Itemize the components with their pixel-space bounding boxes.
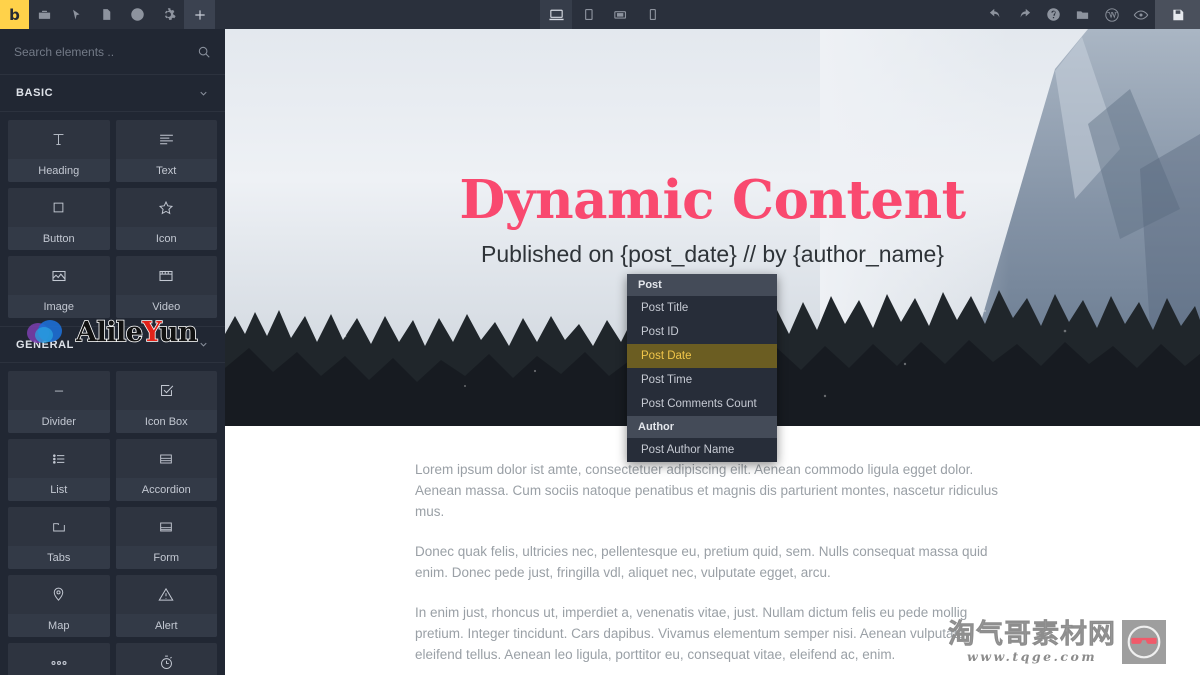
chevron-down-icon[interactable]: [198, 339, 209, 350]
cursor-icon[interactable]: [60, 0, 91, 29]
element-label: Divider: [8, 410, 110, 433]
image-icon: [8, 256, 110, 295]
tabs-icon: [8, 507, 110, 546]
square-icon: [8, 188, 110, 227]
plus-icon[interactable]: [184, 0, 215, 29]
dropdown-item-post-id[interactable]: Post ID: [627, 320, 777, 344]
element-tile-icon[interactable]: Icon: [115, 188, 218, 250]
dropdown-item-post-time[interactable]: Post Time: [627, 368, 777, 392]
toolbar-right-group: [981, 0, 1200, 29]
viewport-switcher: [540, 0, 668, 29]
element-tile-more[interactable]: More: [8, 643, 110, 675]
timer-icon: [116, 643, 218, 675]
search-row: [0, 29, 225, 75]
element-tile-accordion[interactable]: Accordion: [115, 439, 218, 501]
element-tile-tabs[interactable]: Tabs: [8, 507, 110, 569]
sidebar-category-basic[interactable]: BASIC: [0, 75, 225, 112]
dropdown-item-post-date[interactable]: Post Date: [627, 344, 777, 368]
heading-icon: [8, 120, 110, 159]
dropdown-group-post: Post: [627, 274, 777, 296]
undo-icon[interactable]: [981, 0, 1010, 29]
eye-icon[interactable]: [1126, 0, 1155, 29]
dynamic-content-dropdown[interactable]: Post Post Title Post ID Post Date Post T…: [627, 274, 777, 462]
element-tile-icon-box[interactable]: Icon Box: [115, 371, 218, 433]
dropdown-group-author: Author: [627, 416, 777, 438]
element-label: Icon: [115, 227, 217, 250]
sidebar-category-general[interactable]: GENERAL AlileYun: [0, 318, 225, 363]
element-label: Accordion: [115, 478, 217, 501]
element-tile-button[interactable]: Button: [8, 188, 110, 250]
element-label: Form: [115, 546, 217, 569]
form-icon: [116, 507, 218, 546]
redo-icon[interactable]: [1010, 0, 1039, 29]
chevron-down-icon[interactable]: [198, 88, 209, 99]
element-tile-text[interactable]: Text: [115, 120, 218, 182]
mobile-icon[interactable]: [636, 0, 668, 29]
page-icon[interactable]: [91, 0, 122, 29]
desktop-icon[interactable]: [540, 0, 572, 29]
element-tile-alert[interactable]: Alert: [115, 575, 218, 637]
app-logo-button[interactable]: b: [0, 0, 29, 29]
element-label: Image: [8, 295, 110, 318]
element-label: Icon Box: [115, 410, 217, 433]
element-tile-list[interactable]: List: [8, 439, 110, 501]
gear-icon[interactable]: [153, 0, 184, 29]
element-tile-map[interactable]: Map: [8, 575, 110, 637]
ellipsis-icon: [8, 643, 110, 675]
element-label: Map: [8, 614, 110, 637]
body-paragraph[interactable]: Donec quak felis, ultricies nec, pellent…: [415, 541, 1010, 583]
bakery-builder-app: b Search elements .. BASIC Heading Text …: [0, 0, 1200, 675]
search-input[interactable]: [14, 44, 197, 59]
checkbox-icon: [116, 371, 218, 410]
history-clock-icon[interactable]: [122, 0, 153, 29]
dropdown-item-post-title[interactable]: Post Title: [627, 296, 777, 320]
divider-icon: [8, 371, 110, 410]
video-icon: [116, 256, 218, 295]
dropdown-item-post-author-name[interactable]: Post Author Name: [627, 438, 777, 462]
element-label: Video: [115, 295, 217, 318]
element-label: Alert: [115, 614, 217, 637]
accordion-icon: [116, 439, 218, 478]
category-label: BASIC: [16, 87, 54, 99]
body-paragraph[interactable]: Lorem ipsum dolor ist amte, consectetuer…: [415, 459, 1010, 522]
element-label: Heading: [8, 159, 110, 182]
map-pin-icon: [8, 575, 110, 614]
help-icon[interactable]: [1039, 0, 1068, 29]
save-icon[interactable]: [1155, 0, 1200, 29]
alert-triangle-icon: [116, 575, 218, 614]
element-label: Tabs: [8, 546, 110, 569]
search-icon[interactable]: [197, 45, 211, 59]
toolbar-left-group: b: [0, 0, 215, 29]
element-label: Button: [8, 227, 110, 250]
dropdown-item-post-comments-count[interactable]: Post Comments Count: [627, 392, 777, 416]
app-logo-label: b: [9, 5, 20, 24]
hero-title[interactable]: Dynamic Content: [225, 169, 1200, 231]
element-tile-divider[interactable]: Divider: [8, 371, 110, 433]
general-elements-grid: Divider Icon Box List Accordion Tabs For…: [0, 363, 225, 675]
text-lines-icon: [116, 120, 218, 159]
element-tile-image[interactable]: Image: [8, 256, 110, 318]
element-label: List: [8, 478, 110, 501]
list-icon: [8, 439, 110, 478]
top-toolbar: b: [0, 0, 1200, 29]
element-tile-countdown[interactable]: Countdown: [115, 643, 218, 675]
basic-elements-grid: Heading Text Button Icon Image Video: [0, 112, 225, 318]
toolbox-icon[interactable]: [29, 0, 60, 29]
element-label: Text: [115, 159, 217, 182]
category-label: GENERAL: [16, 338, 74, 351]
body-paragraph[interactable]: In enim just, rhoncus ut, imperdiet a, v…: [415, 602, 1010, 665]
elements-sidebar: BASIC Heading: [0, 29, 225, 675]
element-tile-heading[interactable]: Heading: [8, 120, 110, 182]
element-tile-form[interactable]: Form: [115, 507, 218, 569]
folder-icon[interactable]: [1068, 0, 1097, 29]
wordpress-icon[interactable]: [1097, 0, 1126, 29]
hero-subtitle[interactable]: Published on {post_date} // by {author_n…: [225, 241, 1200, 268]
tablet-portrait-icon[interactable]: [572, 0, 604, 29]
alileyun-watermark-text: AlileYun: [75, 316, 198, 348]
star-icon: [116, 188, 218, 227]
tablet-landscape-icon[interactable]: [604, 0, 636, 29]
element-tile-video[interactable]: Video: [115, 256, 218, 318]
